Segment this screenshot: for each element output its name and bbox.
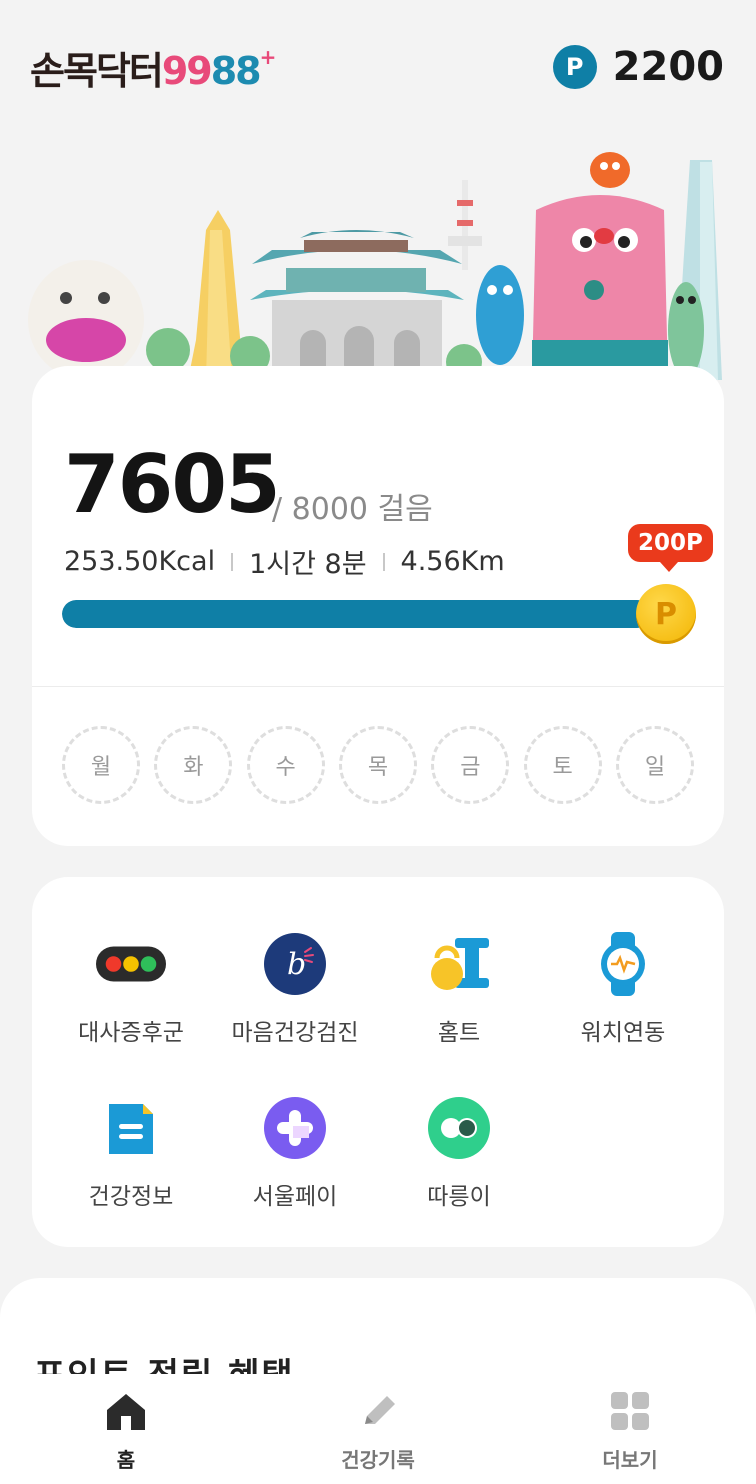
point-balance[interactable]: P 2200 bbox=[552, 44, 724, 90]
logo-text: 손목닥터 bbox=[30, 49, 164, 93]
activity-stats: 253.50Kcal 1시간 8분 4.56Km bbox=[64, 542, 505, 581]
seoul-pay-icon bbox=[260, 1093, 330, 1163]
weekday-stamp: 월 bbox=[62, 726, 140, 804]
point-icon: P bbox=[552, 45, 597, 89]
document-icon bbox=[96, 1093, 166, 1163]
stat-separator bbox=[231, 552, 234, 571]
card-divider bbox=[32, 686, 724, 687]
menu-item-seoul-pay[interactable]: 서울페이 bbox=[210, 1093, 380, 1223]
menu-label: 대사증후군 bbox=[78, 1020, 184, 1046]
tab-label: 건강기록 bbox=[341, 1448, 415, 1472]
svg-text:b: b bbox=[287, 947, 306, 982]
menu-label: 서울페이 bbox=[252, 1184, 338, 1210]
menu-label: 마음건강검진 bbox=[231, 1020, 359, 1046]
step-summary-card[interactable]: 7605 / 8000 걸음 253.50Kcal 1시간 8분 4.56Km … bbox=[32, 366, 724, 846]
tab-health-record[interactable]: 건강기록 bbox=[252, 1374, 504, 1484]
point-value: 2200 bbox=[612, 44, 724, 90]
logo-number-b: 88 bbox=[210, 49, 262, 93]
home-icon bbox=[107, 1394, 145, 1430]
duration-value: 1시간 8분 bbox=[249, 549, 367, 580]
logo-number-a: 99 bbox=[161, 49, 213, 93]
step-progress-fill bbox=[62, 600, 651, 628]
weekday-stamp: 수 bbox=[246, 726, 325, 804]
tab-home[interactable]: 홈 bbox=[0, 1374, 252, 1484]
bottom-tab-bar: 홈 건강기록 더보기 bbox=[0, 1374, 756, 1484]
service-menu-card: 대사증후군 b 마음건강검진 홈트 워치연동 건강정보 서울페이 따릉이 bbox=[32, 877, 724, 1247]
weekday-stamps: 월화수목금토일 bbox=[62, 726, 694, 804]
hero-illustration bbox=[0, 140, 756, 380]
city-characters-illustration bbox=[28, 152, 722, 380]
menu-item-mind-health[interactable]: b 마음건강검진 bbox=[210, 929, 380, 1059]
distance-value: 4.56Km bbox=[400, 546, 505, 577]
tab-more[interactable]: 더보기 bbox=[504, 1374, 756, 1484]
menu-label: 홈트 bbox=[437, 1020, 481, 1046]
step-goal: / 8000 걸음 bbox=[272, 492, 433, 527]
menu-item-watch-sync[interactable]: 워치연동 bbox=[538, 929, 708, 1059]
menu-item-ddareungi[interactable]: 따릉이 bbox=[374, 1093, 544, 1223]
pencil-icon bbox=[365, 1396, 395, 1424]
logo-plus: + bbox=[259, 45, 277, 70]
grid-icon bbox=[611, 1392, 649, 1430]
tab-label: 홈 bbox=[116, 1448, 136, 1472]
weekday-stamp: 금 bbox=[431, 726, 510, 804]
weekday-stamp: 일 bbox=[615, 726, 694, 804]
mind-health-icon: b bbox=[260, 929, 330, 999]
app-logo: 손목닥터9988+ bbox=[30, 40, 277, 95]
weekday-stamp: 화 bbox=[154, 726, 233, 804]
menu-item-metabolic-syndrome[interactable]: 대사증후군 bbox=[46, 929, 216, 1059]
reward-badge: 200P bbox=[628, 524, 713, 572]
menu-item-home-training[interactable]: 홈트 bbox=[374, 929, 544, 1059]
weekday-stamp: 목 bbox=[338, 726, 417, 804]
menu-label: 건강정보 bbox=[88, 1184, 174, 1210]
calories-value: 253.50Kcal bbox=[64, 546, 216, 577]
step-count: 7605 bbox=[64, 438, 281, 531]
bike-share-icon bbox=[424, 1093, 494, 1163]
stat-separator bbox=[382, 552, 385, 571]
smartwatch-icon bbox=[588, 929, 658, 999]
step-progress-bar bbox=[62, 600, 682, 628]
traffic-light-icon bbox=[96, 929, 166, 999]
menu-item-health-info[interactable]: 건강정보 bbox=[46, 1093, 216, 1223]
app-header: 손목닥터9988+ P 2200 bbox=[0, 0, 756, 130]
coin-icon[interactable]: P bbox=[636, 584, 696, 644]
menu-label: 워치연동 bbox=[580, 1020, 666, 1046]
menu-label: 따릉이 bbox=[427, 1184, 491, 1210]
dumbbell-kettlebell-icon bbox=[424, 929, 494, 999]
weekday-stamp: 토 bbox=[523, 726, 602, 804]
tab-label: 더보기 bbox=[602, 1448, 658, 1472]
